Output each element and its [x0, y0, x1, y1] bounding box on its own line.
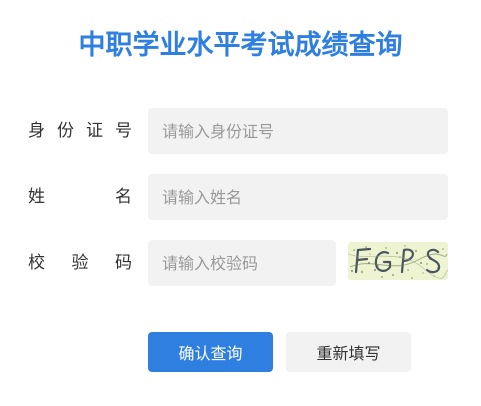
- name-input[interactable]: [148, 174, 448, 220]
- reset-form-button[interactable]: 重新填写: [286, 332, 411, 372]
- id-number-input[interactable]: [148, 108, 448, 154]
- id-number-row: 身 份 证 号: [0, 108, 481, 154]
- name-label: 姓 名: [28, 187, 132, 207]
- query-page: 中职学业水平考试成绩查询 身 份 证 号 姓 名 校 验 码: [0, 0, 481, 406]
- submit-query-button[interactable]: 确认查询: [148, 332, 273, 372]
- captcha-row: 校 验 码: [0, 240, 481, 286]
- captcha-image[interactable]: [348, 242, 448, 280]
- captcha-input[interactable]: [148, 240, 336, 286]
- id-number-label: 身 份 证 号: [28, 121, 132, 141]
- page-title: 中职学业水平考试成绩查询: [78, 30, 403, 61]
- captcha-label: 校 验 码: [28, 253, 132, 273]
- name-row: 姓 名: [0, 174, 481, 220]
- captcha-graphic: [348, 242, 448, 280]
